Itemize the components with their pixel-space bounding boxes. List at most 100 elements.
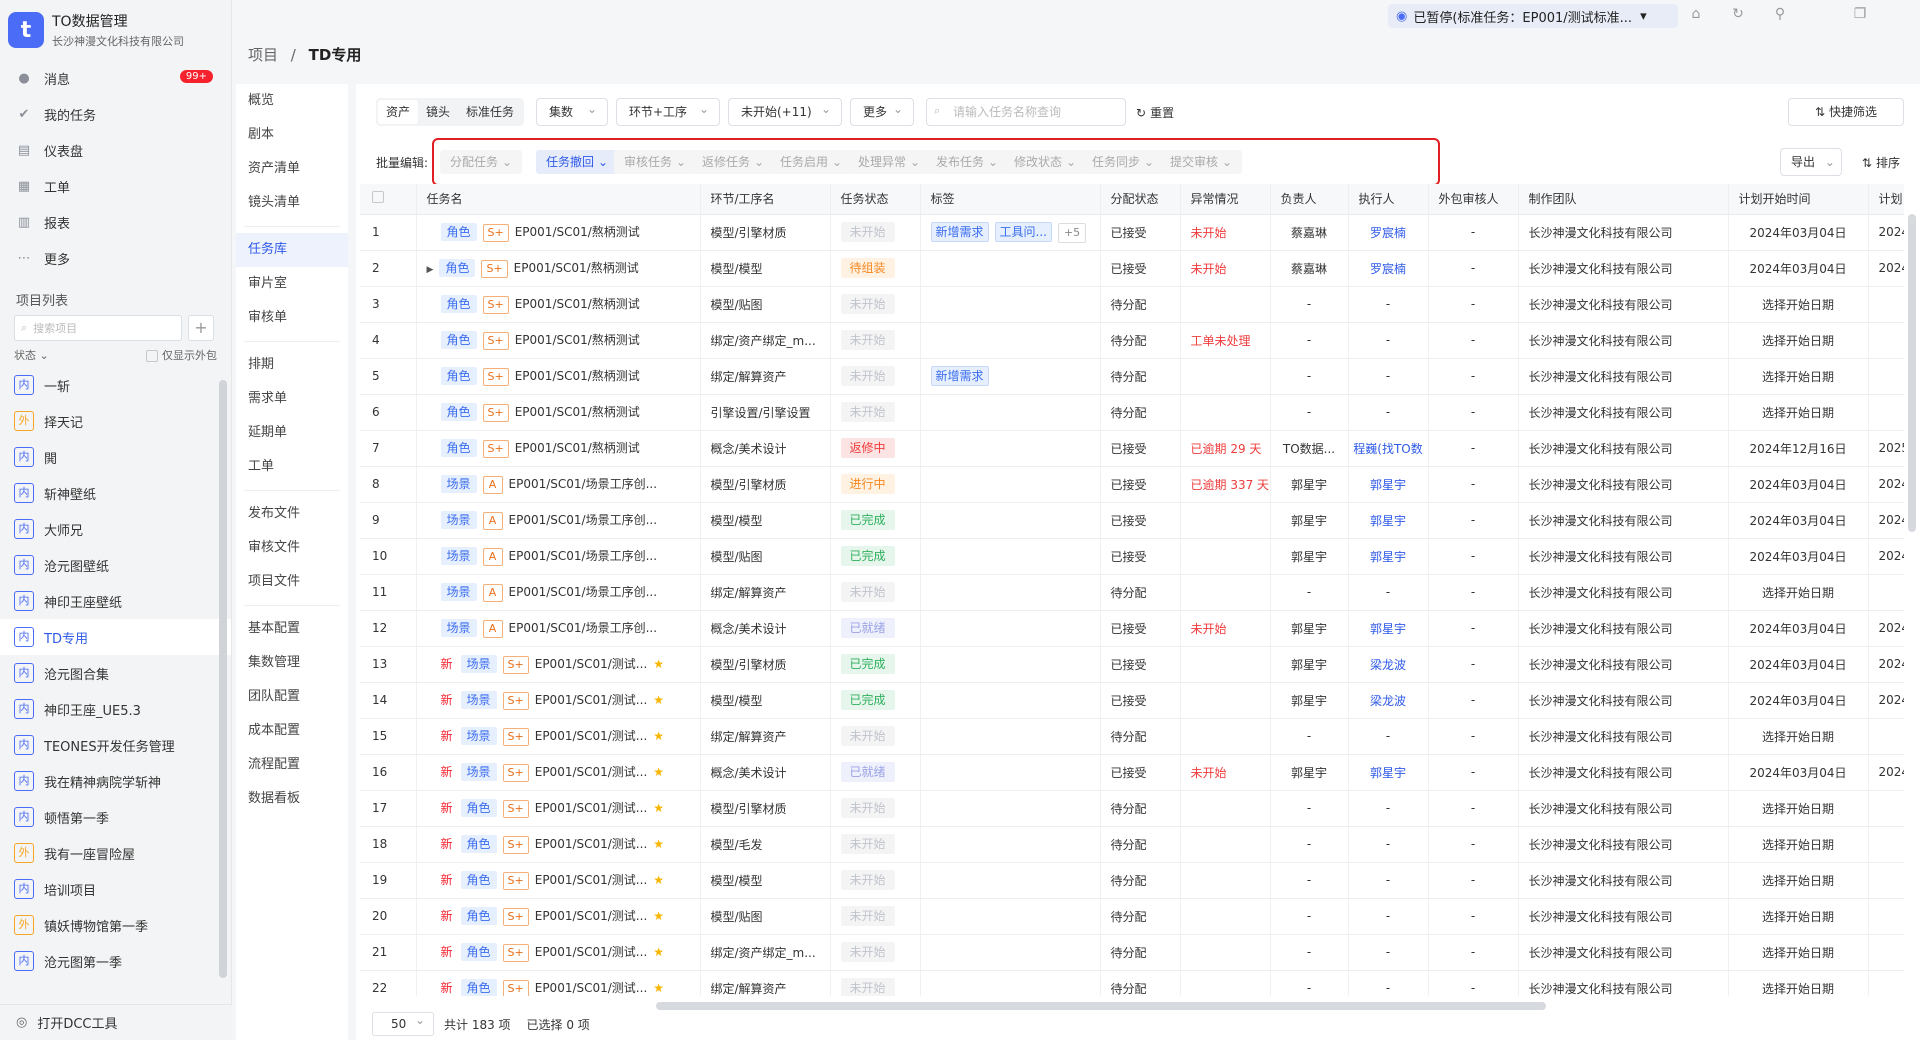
task-name[interactable]: EP001/SC01/场景工序创... — [509, 549, 658, 563]
star-icon[interactable]: ★ — [653, 801, 664, 815]
column-header[interactable]: 任务状态 — [830, 184, 921, 215]
task-name[interactable]: EP001/SC01/测试... — [535, 837, 648, 851]
task-name[interactable]: EP001/SC01/测试... — [535, 729, 648, 743]
executor-cell[interactable]: 梁龙波 — [1348, 646, 1429, 683]
nav-item-2[interactable]: ▤ 仪表盘 — [0, 132, 231, 168]
star-icon[interactable]: ★ — [653, 729, 664, 743]
column-header[interactable]: 计划 — [1868, 184, 1904, 215]
executor-cell[interactable]: 罗宸楠 — [1348, 250, 1429, 287]
project-item[interactable]: 外择天记 — [0, 403, 231, 439]
table-row[interactable]: 9 场景 A EP001/SC01/场景工序创... 模型/模型 已完成 已接受 郭星宇 郭星宇… — [360, 502, 1904, 539]
task-name[interactable]: EP001/SC01/测试... — [535, 801, 648, 815]
executor-cell[interactable]: 梁龙波 — [1348, 682, 1429, 719]
nav-item-0[interactable]: ● 消息 99+ — [0, 60, 231, 96]
executor-cell[interactable]: 郭星宇 — [1348, 610, 1429, 647]
project-item[interactable]: 内沧元图合集 — [0, 655, 231, 691]
add-project-button[interactable]: + — [188, 315, 214, 341]
subnav-item[interactable]: 概览 — [236, 84, 348, 118]
task-name[interactable]: EP001/SC01/熬柄测试 — [515, 225, 640, 239]
table-row[interactable]: 1 角色 S+ EP001/SC01/熬柄测试 模型/引擎材质 未开始 新增需求 工具问...… — [360, 214, 1904, 251]
table-row[interactable]: 13 新场景 S+ EP001/SC01/测试... ★ 模型/引擎材质 已完成 已接受 郭星宇… — [360, 646, 1904, 683]
task-name[interactable]: EP001/SC01/场景工序创... — [509, 585, 658, 599]
task-name[interactable]: EP001/SC01/熬柄测试 — [515, 297, 640, 311]
table-row[interactable]: 17 新角色 S+ EP001/SC01/测试... ★ 模型/引擎材质 未开始 待分配 - - -… — [360, 790, 1904, 827]
subnav-item[interactable]: 成本配置 — [236, 714, 348, 748]
table-row[interactable]: 6 角色 S+ EP001/SC01/熬柄测试 引擎设置/引擎设置 未开始 待分配 - - - 长沙… — [360, 394, 1904, 431]
subnav-item[interactable]: 团队配置 — [236, 680, 348, 714]
only-outsourced-toggle[interactable]: 仅显示外包 — [146, 347, 217, 363]
plan-start-cell[interactable]: 选择开始日期 — [1728, 970, 1869, 996]
executor-cell[interactable]: 罗宸楠 — [1348, 214, 1429, 251]
subnav-item[interactable]: 排期 — [236, 348, 348, 382]
star-icon[interactable]: ★ — [653, 909, 664, 923]
star-icon[interactable]: ★ — [653, 765, 664, 779]
task-name[interactable]: EP001/SC01/测试... — [535, 981, 648, 995]
table-row[interactable]: 19 新角色 S+ EP001/SC01/测试... ★ 模型/模型 未开始 待分配 - - - 长沙… — [360, 862, 1904, 899]
task-name[interactable]: EP001/SC01/测试... — [535, 693, 648, 707]
camera-icon[interactable]: ⌂ — [1686, 6, 1706, 26]
task-name[interactable]: EP001/SC01/测试... — [535, 909, 648, 923]
table-row[interactable]: 3 角色 S+ EP001/SC01/熬柄测试 模型/贴图 未开始 待分配 - - - 长沙神漫文化… — [360, 286, 1904, 323]
project-item[interactable]: 内斩神壁纸 — [0, 475, 231, 511]
sort-button[interactable]: ⇅ 排序 — [1862, 154, 1900, 171]
more-dropdown[interactable]: 更多 — [850, 96, 914, 126]
subnav-item[interactable]: 审片室 — [236, 267, 348, 301]
task-name[interactable]: EP001/SC01/场景工序创... — [509, 477, 658, 491]
project-item[interactable]: 内沧元图壁纸 — [0, 547, 231, 583]
subnav-item[interactable]: 流程配置 — [236, 748, 348, 782]
more-labels-badge[interactable]: +5 — [1057, 222, 1087, 243]
batch-button[interactable]: 任务启用 ⌄ — [770, 150, 853, 174]
status-dropdown[interactable]: 未开始(+11) — [728, 96, 842, 126]
column-header[interactable]: 任务名 — [416, 184, 701, 215]
executor-cell[interactable]: 程巍(找TO数 — [1348, 430, 1429, 467]
project-search-input[interactable]: ⌕ 搜索项目 — [14, 315, 182, 341]
project-item[interactable]: 内顿悟第一季 — [0, 799, 231, 835]
segment-standard-task[interactable]: 标准任务 — [458, 100, 522, 124]
task-name[interactable]: EP001/SC01/熬柄测试 — [515, 369, 640, 383]
only-outsourced-checkbox[interactable] — [146, 350, 158, 362]
table-row[interactable]: 2 ▶ 角色 S+ EP001/SC01/熬柄测试 模型/模型 待组装 已接受 未开始 蔡嘉琳 罗宸… — [360, 250, 1904, 287]
column-header[interactable]: 环节/工序名 — [700, 184, 831, 215]
table-row[interactable]: 18 新角色 S+ EP001/SC01/测试... ★ 模型/毛发 未开始 待分配 - - - 长沙… — [360, 826, 1904, 863]
executor-cell[interactable]: 郭星宇 — [1348, 502, 1429, 539]
select-all-checkbox[interactable] — [372, 191, 384, 204]
batch-button[interactable]: 任务撤回 ⌄ — [536, 150, 619, 174]
subnav-item[interactable]: 任务库 — [236, 233, 348, 267]
subnav-item[interactable]: 镜头清单 — [236, 186, 348, 220]
project-item[interactable]: 内 TD专用 — [0, 619, 231, 655]
episode-dropdown[interactable]: 集数 — [536, 96, 608, 126]
task-name[interactable]: EP001/SC01/熬柄测试 — [515, 405, 640, 419]
table-row[interactable]: 12 场景 A EP001/SC01/场景工序创... 概念/美术设计 已就绪 已接受 未开始… — [360, 610, 1904, 647]
segment-asset[interactable]: 资产 — [378, 100, 419, 124]
table-row[interactable]: 7 角色 S+ EP001/SC01/熬柄测试 概念/美术设计 返修中 已接受 已逾期 29 … — [360, 430, 1904, 467]
project-item[interactable]: 内一斩 — [0, 367, 231, 403]
page-size-select[interactable]: 50 — [372, 1009, 434, 1036]
star-icon[interactable]: ★ — [653, 837, 664, 851]
project-item[interactable]: 内神印王座壁纸 — [0, 583, 231, 619]
subnav-item[interactable]: 审核文件 — [236, 531, 348, 565]
plan-start-cell[interactable]: 选择开始日期 — [1728, 934, 1869, 971]
export-button[interactable]: 导出 ⌄ — [1780, 148, 1842, 176]
column-header[interactable]: 标签 — [920, 184, 1101, 215]
subnav-item[interactable]: 发布文件 — [236, 497, 348, 531]
plan-start-cell[interactable]: 2024年03月04日 — [1728, 754, 1869, 791]
project-item[interactable]: 外镇妖博物馆第一季 — [0, 907, 231, 943]
nav-item-3[interactable]: ▦ 工单 — [0, 168, 231, 204]
batch-button[interactable]: 分配任务 ⌄ — [440, 150, 523, 174]
task-name[interactable]: EP001/SC01/测试... — [535, 765, 648, 779]
batch-button[interactable]: 审核任务 ⌄ — [614, 150, 697, 174]
subnav-item[interactable]: 工单 — [236, 450, 348, 484]
paused-task-indicator[interactable]: ◉ 已暂停(标准任务：EP001/测试标准... ▾ — [1388, 4, 1678, 28]
table-row[interactable]: 14 新场景 S+ EP001/SC01/测试... ★ 模型/模型 已完成 已接受 郭星宇 梁龙… — [360, 682, 1904, 719]
plan-start-cell[interactable]: 选择开始日期 — [1728, 826, 1869, 863]
quick-filter-button[interactable]: ⇅ 快捷筛选 — [1788, 98, 1904, 126]
table-row[interactable]: 10 场景 A EP001/SC01/场景工序创... 模型/贴图 已完成 已接受 郭星宇 郭星… — [360, 538, 1904, 575]
subnav-item[interactable]: 项目文件 — [236, 565, 348, 599]
refresh-icon[interactable]: ↻ — [1728, 6, 1748, 26]
segment-shot[interactable]: 镜头 — [418, 100, 458, 124]
subnav-item[interactable]: 延期单 — [236, 416, 348, 450]
plan-start-cell[interactable]: 2024年03月04日 — [1728, 214, 1869, 251]
batch-button[interactable]: 提交审核 ⌄ — [1160, 150, 1243, 174]
plan-start-cell[interactable]: 选择开始日期 — [1728, 394, 1869, 431]
subnav-item[interactable]: 审核单 — [236, 301, 348, 335]
